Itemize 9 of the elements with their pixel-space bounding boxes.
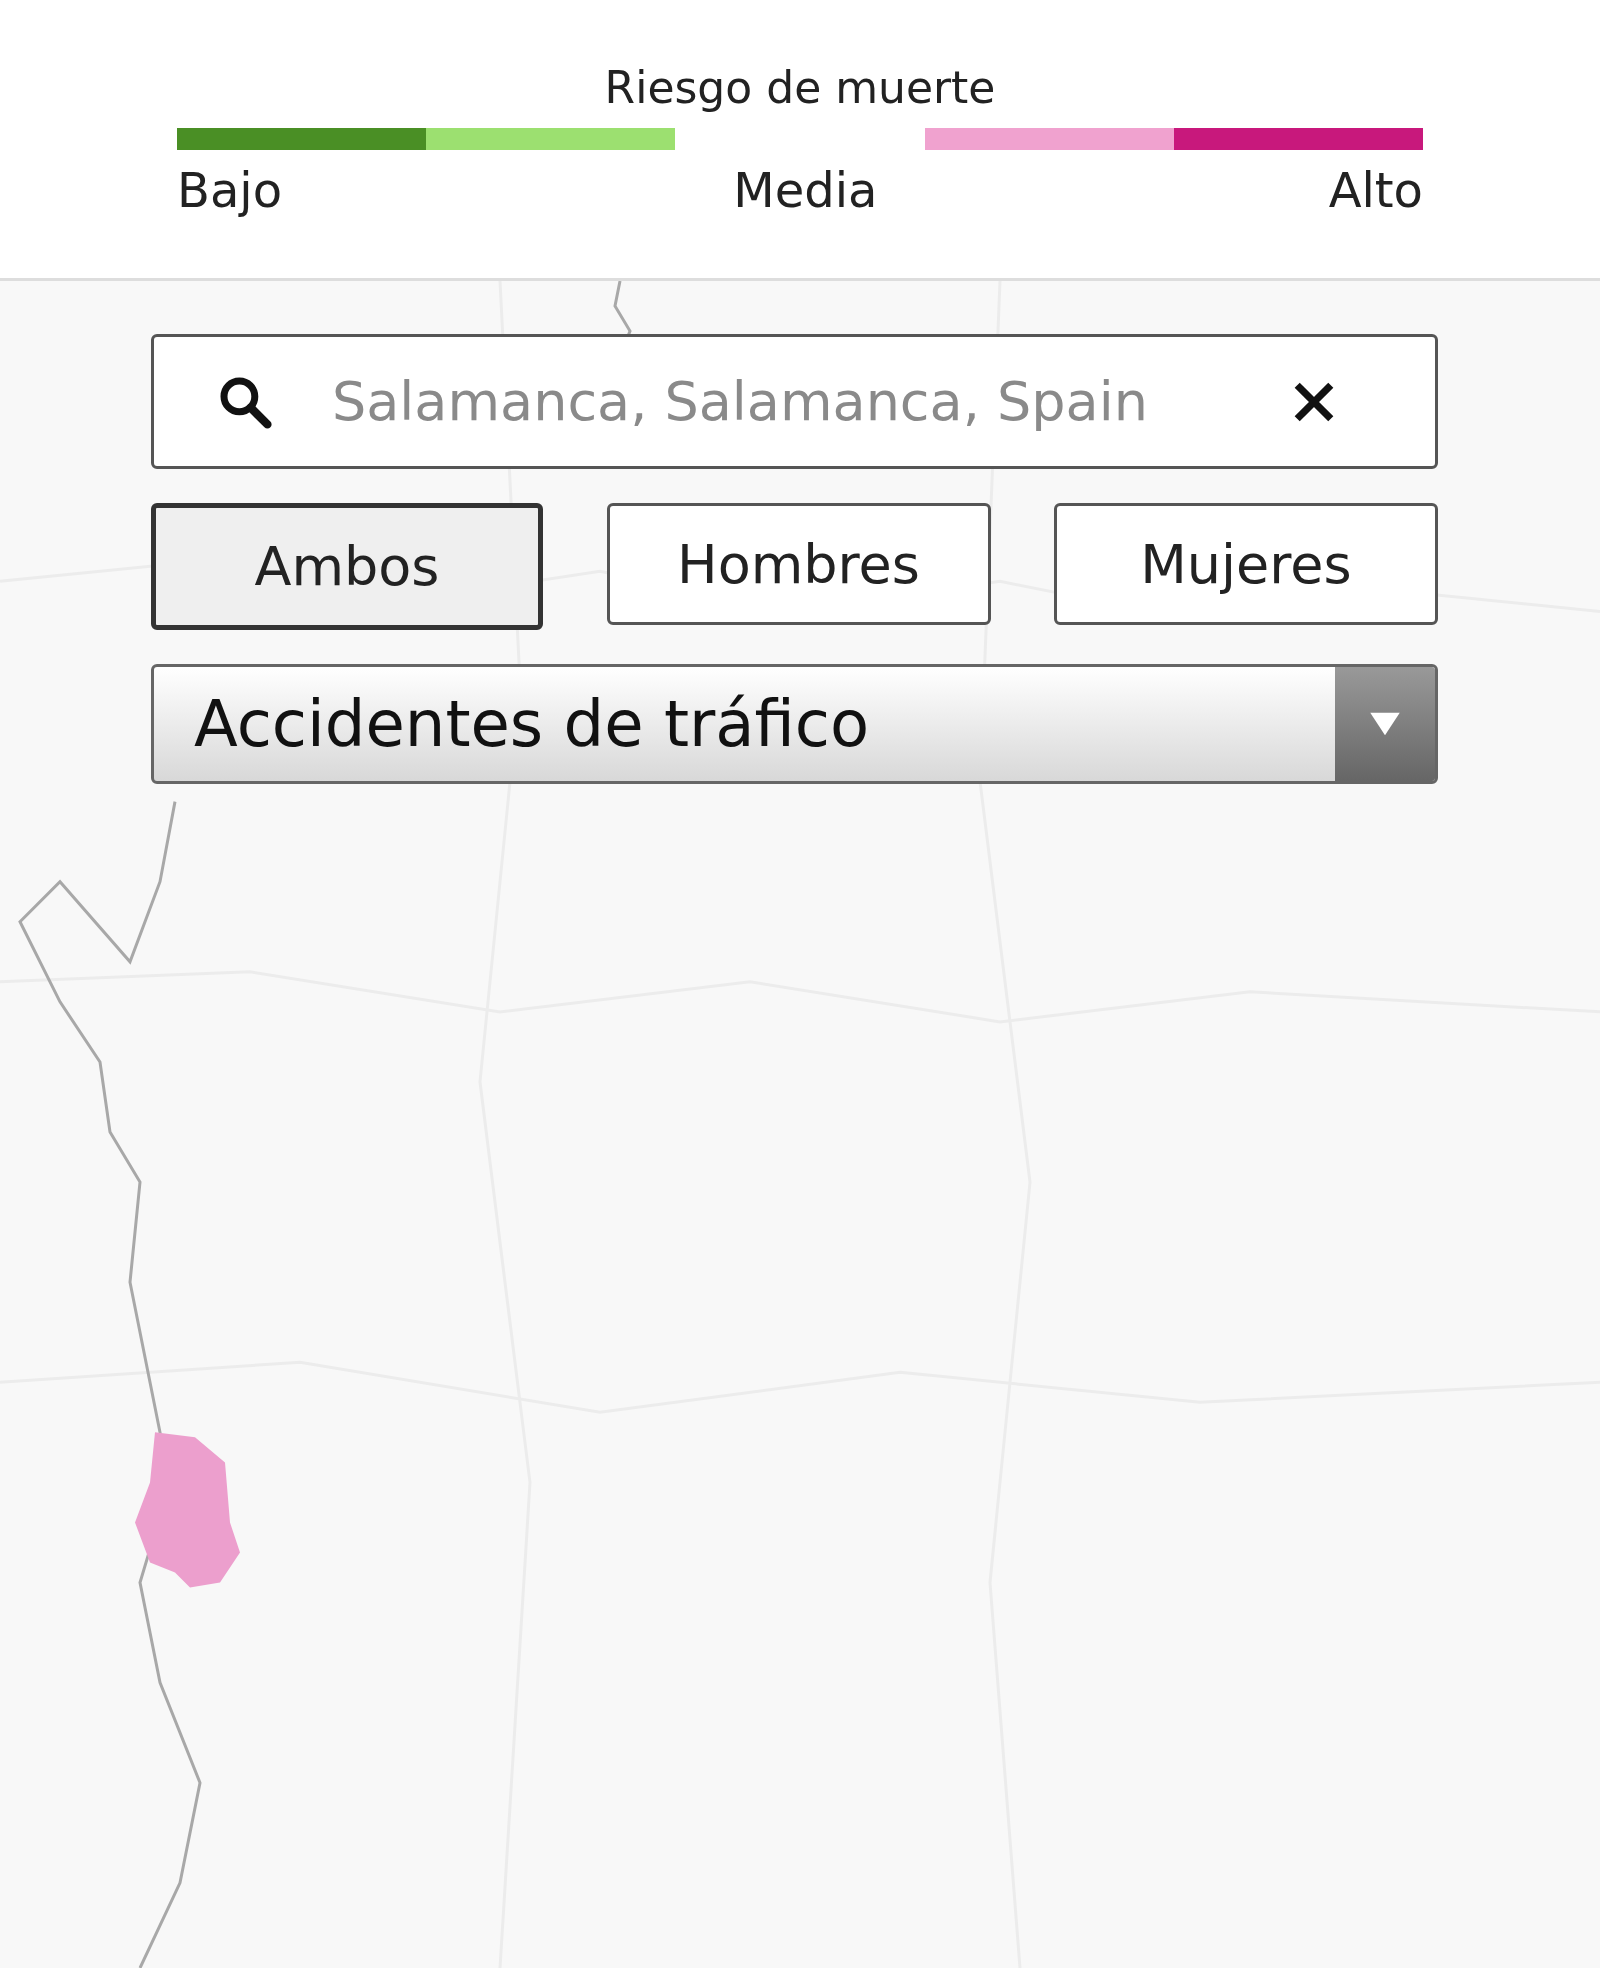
filter-button[interactable]: Hombres [606,503,991,625]
legend-label: Media [733,162,878,218]
filter-button[interactable]: Mujeres [1054,503,1438,625]
legend-title: Riesgo de muerte [604,66,996,110]
cause-dropdown[interactable]: Accidentes de tráfico [151,664,1438,784]
legend-label: Alto [1328,162,1423,218]
filter-button[interactable]: Ambos [151,503,543,630]
legend-label: Bajo [177,162,283,218]
caret-icon [1368,710,1402,738]
